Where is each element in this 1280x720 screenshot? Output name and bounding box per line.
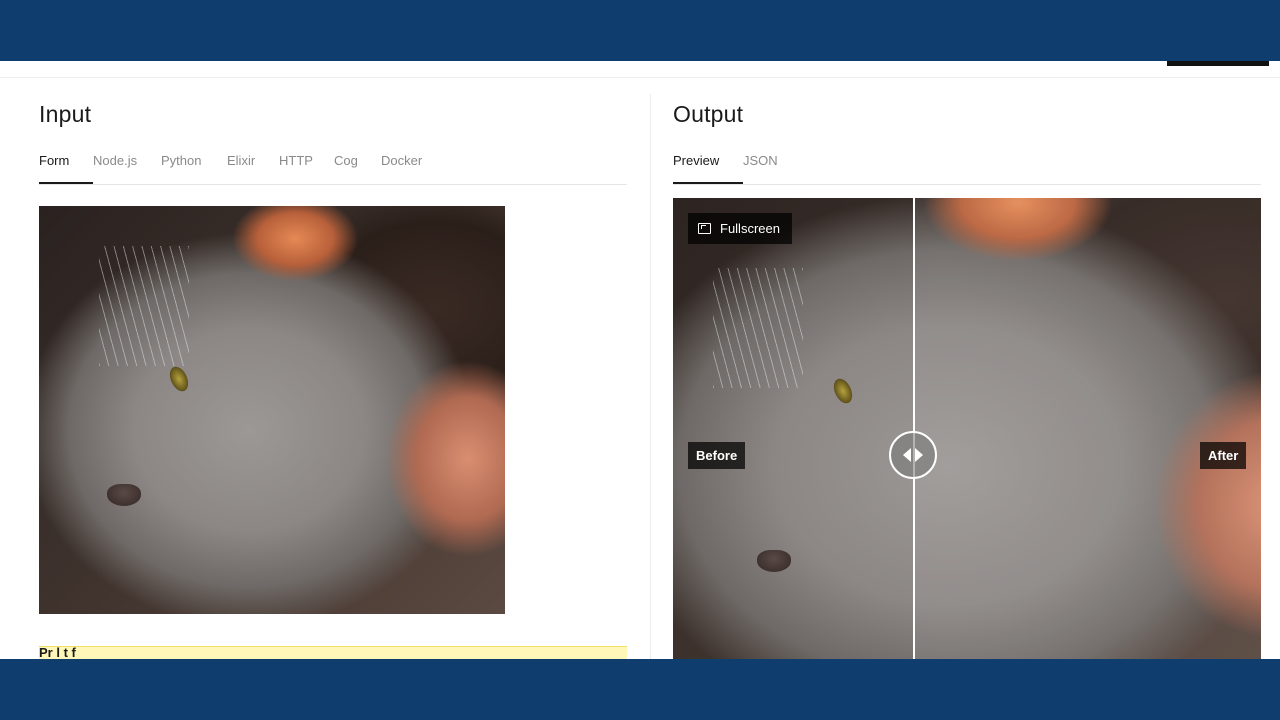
tab-form-label: Form [39, 153, 70, 168]
tab-json-label: JSON [743, 153, 778, 168]
bottom-banner [0, 659, 1280, 720]
tab-json[interactable]: JSON [743, 140, 793, 183]
tab-nodejs-label: Node.js [93, 153, 138, 168]
input-title: Input [39, 101, 92, 127]
tab-nodejs[interactable]: Node.js [93, 140, 161, 183]
tab-http[interactable]: HTTP [279, 140, 334, 183]
arrow-right-icon [915, 448, 923, 462]
header-divider [0, 77, 1280, 78]
column-divider [650, 94, 651, 659]
tab-python[interactable]: Python [161, 140, 227, 183]
comparison-viewer[interactable]: Fullscreen Before After [673, 198, 1261, 659]
before-label: Before [688, 442, 746, 469]
input-tabs: Form Node.js Python Elixir HTTP Cog Dock… [39, 140, 627, 185]
whiskers-detail [99, 246, 189, 366]
output-title: Output [673, 101, 744, 127]
comparison-divider[interactable] [913, 198, 915, 659]
arrow-left-icon [903, 448, 911, 462]
input-image[interactable] [39, 206, 505, 614]
output-tabs: Preview JSON [673, 140, 1261, 185]
header-accent-bar [1167, 61, 1269, 66]
tab-elixir-label: Elixir [227, 153, 256, 168]
tab-http-label: HTTP [279, 153, 313, 168]
tab-preview-label: Preview [673, 153, 720, 168]
tab-preview[interactable]: Preview [673, 140, 743, 184]
tab-elixir[interactable]: Elixir [227, 140, 279, 183]
tab-docker[interactable]: Docker [381, 140, 431, 183]
tab-cog-label: Cog [334, 153, 358, 168]
fullscreen-label: Fullscreen [720, 221, 780, 236]
cat-nose [107, 484, 141, 506]
top-banner [0, 0, 1280, 61]
tab-docker-label: Docker [381, 153, 423, 168]
after-region [913, 198, 1261, 659]
cat-eye [830, 375, 856, 407]
fullscreen-icon [698, 223, 711, 234]
field-label-partial: Pr l t f [39, 646, 76, 660]
cat-eye [166, 363, 192, 395]
tab-python-label: Python [161, 153, 202, 168]
highlighted-field-row: Pr l t f [39, 646, 627, 660]
tab-form[interactable]: Form [39, 140, 93, 184]
tab-cog[interactable]: Cog [334, 140, 381, 183]
whiskers-detail [713, 268, 803, 388]
after-label: After [1200, 442, 1247, 469]
cat-nose [757, 550, 791, 572]
fullscreen-button[interactable]: Fullscreen [688, 213, 792, 244]
slider-arrows-icon[interactable] [889, 431, 937, 479]
